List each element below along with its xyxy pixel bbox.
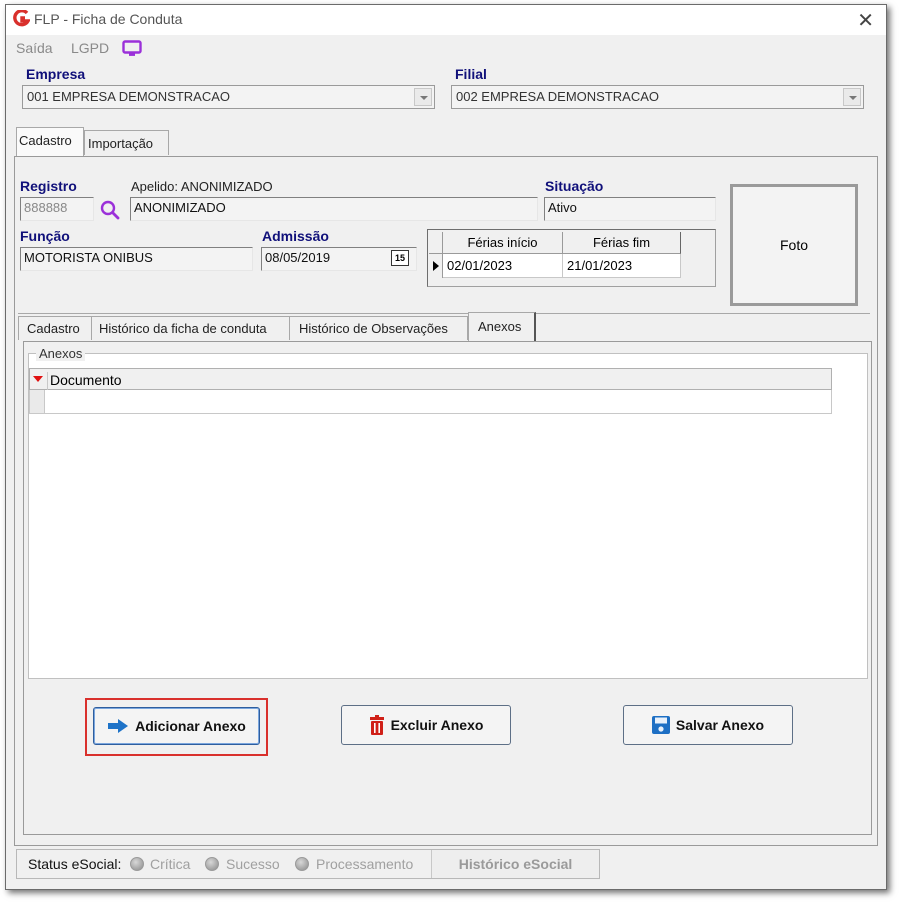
documento-row[interactable] [29,390,832,414]
row-indicator [429,254,443,278]
save-anexo-button[interactable]: Salvar Anexo [623,705,793,745]
menu-item-lgpd[interactable]: LGPD [71,40,109,56]
situacao-field: Ativo [544,197,716,221]
status-esocial-label: Status eSocial: [28,856,122,872]
ferias-inicio-header[interactable]: Férias início [443,232,563,254]
documento-header[interactable]: Documento [47,372,122,390]
documento-header-row: Documento [29,368,832,390]
sucesso-label: Sucesso [226,856,280,872]
radio-sucesso[interactable] [205,857,219,871]
radio-critica[interactable] [130,857,144,871]
search-icon[interactable] [100,200,120,220]
menu-item-saida[interactable]: Saída [16,40,53,56]
apelido-field[interactable]: ANONIMIZADO [130,197,538,221]
delete-anexo-label: Excluir Anexo [390,717,484,733]
registro-field[interactable]: 888888 [20,197,94,221]
photo-label: Foto [779,237,808,253]
anexos-group-label: Anexos [36,346,86,361]
admissao-value: 08/05/2019 [265,250,331,265]
tab-label: Importação [88,136,154,151]
tab-cadastro-inner[interactable]: Cadastro [18,316,92,340]
historico-esocial-button[interactable]: Histórico eSocial [431,850,599,878]
trash-icon [369,715,384,735]
empresa-label: Empresa [26,66,86,82]
photo-box[interactable]: Foto [730,184,858,306]
app-window: FLP - Ficha de Conduta ✕ Saída LGPD Empr… [5,4,887,890]
tab-importacao[interactable]: Importação [84,130,169,155]
filial-value: 002 EMPRESA DEMONSTRACAO [456,89,659,104]
ferias-inicio-cell[interactable]: 02/01/2023 [443,254,563,278]
row-pointer-icon [433,261,439,271]
filial-label: Filial [455,66,487,82]
situacao-label: Situação [545,178,604,194]
floppy-disk-icon [651,716,670,734]
ferias-grid: Férias início Férias fim 02/01/2023 21/0… [427,229,716,287]
apelido-label: Apelido: ANONIMIZADO [131,179,273,194]
tab-label: Histórico da ficha de conduta [99,321,267,336]
sort-indicator-icon [33,376,43,382]
tab-label: Anexos [478,319,522,334]
calendar-icon[interactable]: 15 [391,250,409,266]
window-title: FLP - Ficha de Conduta [34,11,183,27]
tab-label: Cadastro [27,321,80,336]
admissao-label: Admissão [262,228,329,244]
title-bar: FLP - Ficha de Conduta ✕ [6,5,886,35]
tab-cadastro-top[interactable]: Cadastro [16,127,84,157]
empresa-combo[interactable]: 001 EMPRESA DEMONSTRACAO [22,85,435,109]
divider [18,313,870,314]
monitor-icon[interactable] [122,40,142,57]
app-logo-icon [13,10,30,27]
tab-historico-observacoes[interactable]: Histórico de Observações [290,316,468,340]
add-anexo-button[interactable]: Adicionar Anexo [93,707,260,745]
tab-anexos[interactable]: Anexos [468,312,536,342]
critica-label: Crítica [150,856,191,872]
radio-processamento[interactable] [295,857,309,871]
chevron-down-icon[interactable] [843,88,861,106]
processamento-label: Processamento [316,856,414,872]
funcao-label: Função [20,228,70,244]
filial-combo[interactable]: 002 EMPRESA DEMONSTRACAO [451,85,864,109]
tab-historico-ficha[interactable]: Histórico da ficha de conduta [92,316,290,340]
chevron-down-icon[interactable] [414,88,432,106]
tab-label: Cadastro [19,133,72,148]
add-anexo-label: Adicionar Anexo [135,718,246,734]
grid-corner [429,232,443,254]
delete-anexo-button[interactable]: Excluir Anexo [341,705,511,745]
ferias-fim-cell[interactable]: 21/01/2023 [563,254,681,278]
tab-label: Histórico de Observações [299,321,448,336]
row-indicator [30,390,45,413]
arrow-right-icon [108,719,129,733]
registro-label: Registro [20,178,77,194]
ferias-fim-header[interactable]: Férias fim [563,232,681,254]
funcao-field: MOTORISTA ONIBUS [20,247,253,271]
empresa-value: 001 EMPRESA DEMONSTRACAO [27,89,230,104]
close-icon[interactable]: ✕ [857,8,874,33]
save-anexo-label: Salvar Anexo [675,717,765,733]
